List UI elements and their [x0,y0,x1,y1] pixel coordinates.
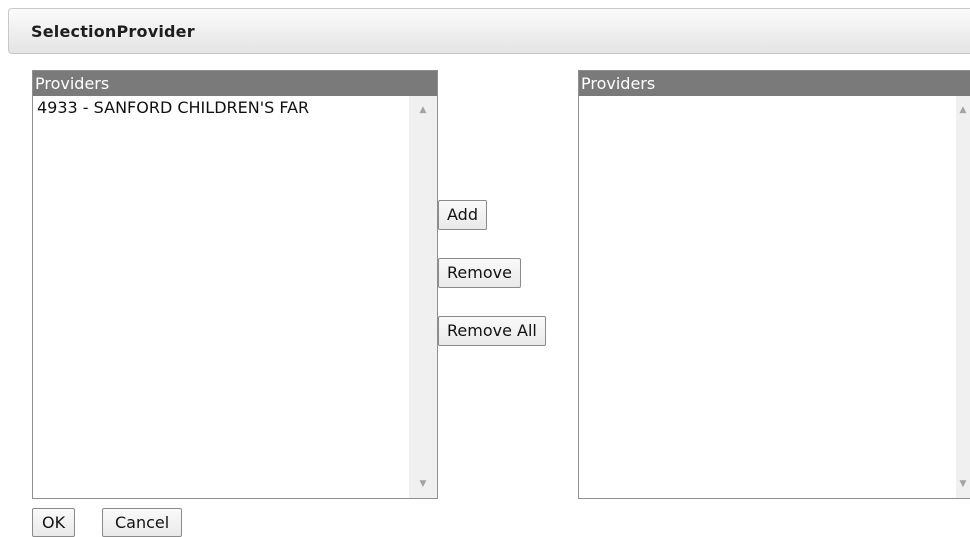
scroll-down-arrow-icon[interactable]: ▼ [956,474,970,494]
available-providers-list[interactable]: Providers 4933 - SANFORD CHILDREN'S FAR … [32,70,438,499]
scroll-up-arrow-icon[interactable]: ▲ [956,100,970,120]
dialog-title: SelectionProvider [31,22,195,41]
add-button[interactable]: Add [438,200,487,230]
available-providers-items[interactable]: 4933 - SANFORD CHILDREN'S FAR [33,96,409,498]
selected-providers-header: Providers [579,71,970,96]
dialog-titlebar[interactable]: SelectionProvider [8,8,970,54]
selected-providers-scrollbar[interactable]: ▲ ▼ [956,96,970,498]
selected-providers-items[interactable] [579,96,956,498]
scroll-down-arrow-icon[interactable]: ▼ [409,474,437,494]
ok-button[interactable]: OK [32,508,76,537]
cancel-button[interactable]: Cancel [102,508,183,537]
selected-providers-list[interactable]: Providers ▲ ▼ [578,70,970,499]
scroll-up-arrow-icon[interactable]: ▲ [409,100,437,120]
selection-provider-dialog: SelectionProvider Providers 4933 - SANFO… [0,0,970,537]
remove-all-button[interactable]: Remove All [438,316,546,346]
list-item[interactable]: 4933 - SANFORD CHILDREN'S FAR [33,96,409,118]
remove-button[interactable]: Remove [438,258,521,288]
available-providers-scrollbar[interactable]: ▲ ▼ [409,96,437,498]
available-providers-header: Providers [33,71,437,96]
